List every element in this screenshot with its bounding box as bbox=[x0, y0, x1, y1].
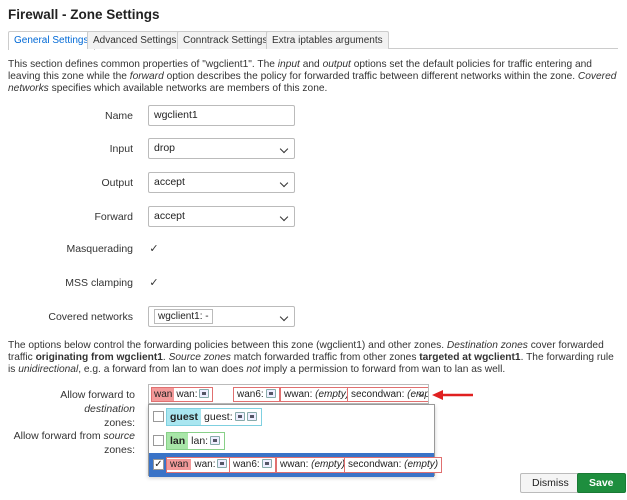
mss-clamping-label: MSS clamping bbox=[65, 277, 133, 289]
network-icon bbox=[217, 459, 228, 468]
source-zones-label: Allow forward from source zones: bbox=[13, 430, 135, 456]
menu-option-guest[interactable]: guest guest: bbox=[149, 405, 434, 429]
secondwan-badge: secondwan: (empty) bbox=[344, 457, 443, 473]
forwarding-description: The options below control the forwarding… bbox=[8, 340, 614, 375]
lan-zone-badge: lan lan: bbox=[166, 432, 226, 450]
forward-label: Forward bbox=[94, 211, 133, 223]
covered-networks-label: Covered networks bbox=[48, 311, 133, 323]
output-policy-value: accept bbox=[154, 176, 185, 188]
dismiss-button[interactable]: Dismiss bbox=[520, 473, 581, 493]
zone-description: This section defines common properties o… bbox=[8, 59, 617, 94]
dest-zones-dropdown[interactable]: wan wan: wan6: wwan: (empty) secondwan: (… bbox=[148, 384, 429, 404]
output-label: Output bbox=[101, 177, 133, 189]
masquerading-checkbox[interactable]: ✓ bbox=[148, 243, 160, 255]
save-button[interactable]: Save bbox=[577, 473, 626, 493]
wan6-badge: wan6: bbox=[229, 457, 276, 473]
output-policy-select[interactable]: accept bbox=[148, 172, 295, 193]
network-icon bbox=[210, 436, 221, 445]
network-icon bbox=[261, 459, 272, 468]
covered-networks-select[interactable]: wgclient1: - bbox=[148, 306, 295, 327]
dest-chip-wan: wan wan: bbox=[151, 387, 214, 402]
covered-network-chip: wgclient1: - bbox=[154, 309, 213, 324]
tab-extra-iptables-arguments[interactable]: Extra iptables arguments bbox=[266, 31, 389, 49]
guest-checkbox[interactable] bbox=[153, 411, 164, 422]
tab-advanced-settings[interactable]: Advanced Settings bbox=[87, 31, 183, 49]
wwan-badge: wwan: (empty) bbox=[276, 457, 350, 473]
page-title: Firewall - Zone Settings bbox=[8, 7, 160, 22]
red-arrow-annotation bbox=[432, 390, 473, 400]
guest-zone-badge: guest guest: bbox=[166, 408, 262, 426]
menu-option-wan[interactable]: ✓ wan wan: wan6: wwan: (empty) secondwan:… bbox=[149, 453, 443, 477]
input-policy-value: drop bbox=[154, 142, 176, 154]
tab-bar: General Settings Advanced Settings Connt… bbox=[8, 31, 618, 50]
lan-checkbox[interactable] bbox=[153, 435, 164, 446]
network-icon bbox=[199, 389, 210, 398]
dest-chip-wan6: wan6: bbox=[233, 387, 280, 402]
dest-zones-label: Allow forward to destination zones: bbox=[60, 389, 135, 429]
network-icon bbox=[265, 389, 276, 398]
input-label: Input bbox=[109, 143, 133, 155]
tab-general-settings[interactable]: General Settings bbox=[8, 31, 95, 50]
tab-conntrack-settings[interactable]: Conntrack Settings bbox=[177, 31, 274, 49]
forward-policy-value: accept bbox=[154, 210, 185, 222]
mss-clamping-checkbox[interactable]: ✓ bbox=[148, 277, 160, 289]
wan-checkbox[interactable]: ✓ bbox=[153, 459, 164, 470]
network-icon bbox=[234, 412, 245, 421]
dest-chip-secondwan: secondwan: (empty, bbox=[347, 387, 428, 402]
forward-policy-select[interactable]: accept bbox=[148, 206, 295, 227]
wan-zone-badge: wan wan: bbox=[166, 457, 232, 473]
network-icon bbox=[246, 412, 257, 421]
name-input[interactable]: wgclient1 bbox=[148, 105, 295, 126]
menu-option-lan[interactable]: lan lan: bbox=[149, 429, 434, 453]
input-policy-select[interactable]: drop bbox=[148, 138, 295, 159]
dest-chip-wwan: wwan: (empty) bbox=[280, 387, 354, 402]
masquerading-label: Masquerading bbox=[66, 243, 133, 255]
zone-dropdown-menu: guest guest: lan lan: ✓ wan wan: wan6: wwan… bbox=[148, 404, 443, 477]
name-label: Name bbox=[104, 110, 133, 122]
